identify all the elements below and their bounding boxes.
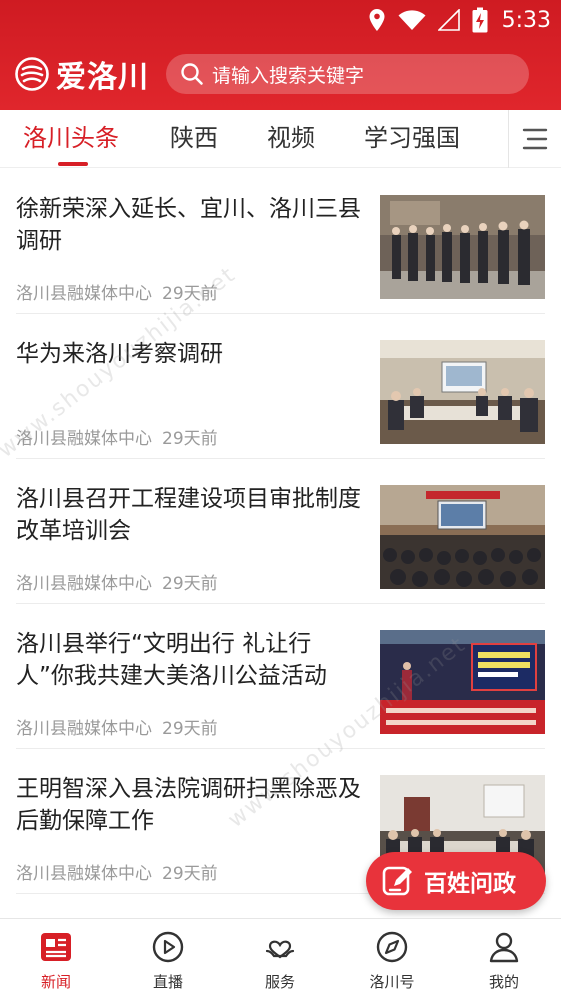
- signal-icon: [437, 9, 460, 31]
- play-icon: [152, 931, 184, 963]
- news-source: 洛川县融媒体中心: [16, 864, 152, 884]
- logo-mark-icon: [15, 57, 49, 91]
- news-item[interactable]: 徐新荣深入延长、宜川、洛川三县调研 洛川县融媒体中心 29天前: [0, 169, 561, 314]
- news-meta: 洛川县融媒体中心 29天前: [16, 569, 218, 594]
- nav-label: 直播: [152, 973, 183, 991]
- news-time: 29天前: [162, 574, 218, 594]
- fab-label: 百姓问政: [424, 871, 516, 897]
- news-thumbnail: [380, 485, 545, 589]
- nav-item-services[interactable]: 服务: [224, 919, 336, 999]
- news-meta: 洛川县融媒体中心 29天前: [16, 279, 218, 304]
- news-source: 洛川县融媒体中心: [16, 574, 152, 594]
- news-item[interactable]: 洛川县举行“文明出行 礼让行人”你我共建大美洛川公益活动 洛川县融媒体中心 29天…: [0, 604, 561, 749]
- news-item[interactable]: 洛川县召开工程建设项目审批制度改革培训会 洛川县融媒体中心 29天前: [0, 459, 561, 604]
- news-source: 洛川县融媒体中心: [16, 719, 152, 739]
- nav-item-luochuan-hao[interactable]: 洛川号: [336, 919, 448, 999]
- news-time: 29天前: [162, 864, 218, 884]
- news-time: 29天前: [162, 719, 218, 739]
- search-icon: [181, 63, 203, 85]
- status-time: 5:33: [501, 7, 551, 33]
- user-icon: [489, 932, 519, 963]
- nav-label: 服务: [264, 973, 295, 991]
- news-meta: 洛川县融媒体中心 29天前: [16, 714, 218, 739]
- news-time: 29天前: [162, 429, 218, 449]
- channel-tabs: 洛川头条 陕西 视频 学习强国: [0, 110, 561, 168]
- tab-luochuan-headlines[interactable]: 洛川头条: [23, 110, 119, 168]
- news-title: 洛川县举行“文明出行 礼让行人”你我共建大美洛川公益活动: [16, 631, 327, 689]
- news-source: 洛川县融媒体中心: [16, 429, 152, 449]
- news-title: 华为来洛川考察调研: [16, 341, 223, 367]
- status-bar: 5:33: [0, 0, 561, 40]
- tab-video[interactable]: 视频: [267, 110, 315, 168]
- wifi-icon: [398, 10, 426, 30]
- nav-label: 洛川号: [369, 973, 415, 991]
- news-icon: [41, 933, 71, 961]
- heart-hand-icon: [265, 940, 295, 959]
- edit-note-icon: [382, 866, 412, 896]
- app-name: 爱洛川: [56, 60, 149, 95]
- news-source: 洛川县融媒体中心: [16, 284, 152, 304]
- public-inquiry-button[interactable]: 百姓问政: [366, 852, 546, 910]
- nav-label: 新闻: [40, 973, 71, 991]
- news-time: 29天前: [162, 284, 218, 304]
- nav-label: 我的: [488, 973, 519, 991]
- news-thumbnail: [380, 195, 545, 299]
- news-meta: 洛川县融媒体中心 29天前: [16, 424, 218, 449]
- app-bar: 爱洛川 请输入搜索关键字: [0, 48, 561, 104]
- news-meta: 洛川县融媒体中心 29天前: [16, 859, 218, 884]
- app-logo[interactable]: 爱洛川: [14, 54, 149, 95]
- nav-item-news[interactable]: 新闻: [0, 919, 112, 999]
- tab-shaanxi[interactable]: 陕西: [170, 110, 218, 168]
- compass-icon: [376, 931, 408, 963]
- nav-item-profile[interactable]: 我的: [448, 919, 560, 999]
- bottom-nav: 新闻 直播 服务 洛川号 我的: [0, 918, 561, 999]
- news-item[interactable]: 华为来洛川考察调研 洛川县融媒体中心 29天前: [0, 314, 561, 459]
- battery-charging-icon: [472, 7, 488, 33]
- news-thumbnail: [380, 340, 545, 444]
- news-thumbnail: [380, 630, 545, 734]
- news-title: 洛川县召开工程建设项目审批制度改革培训会: [16, 486, 361, 544]
- news-title: 王明智深入县法院调研扫黑除恶及后勤保障工作: [16, 776, 361, 834]
- menu-icon: [522, 128, 548, 150]
- search-input[interactable]: 请输入搜索关键字: [166, 54, 529, 94]
- news-title: 徐新荣深入延长、宜川、洛川三县调研: [16, 196, 361, 254]
- channel-menu-button[interactable]: [508, 110, 561, 168]
- active-tab-indicator: [58, 162, 88, 166]
- nav-item-live[interactable]: 直播: [112, 919, 224, 999]
- tab-xuexi-qiangguo[interactable]: 学习强国: [364, 110, 460, 168]
- search-placeholder: 请输入搜索关键字: [212, 64, 365, 87]
- app-header: 5:33 爱洛川 请输入搜索关键字: [0, 0, 561, 110]
- location-icon: [369, 9, 385, 31]
